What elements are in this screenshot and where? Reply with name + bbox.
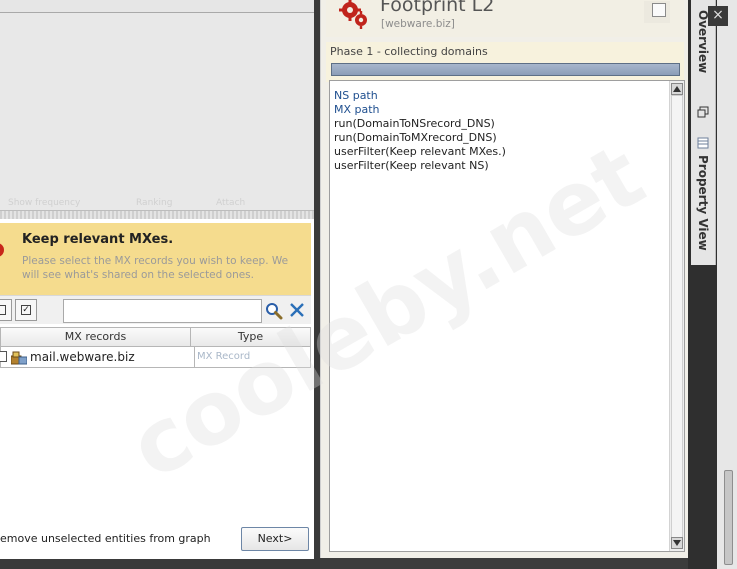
mx-record-name: mail.webware.biz bbox=[30, 350, 135, 364]
log-line-link[interactable]: MX path bbox=[334, 103, 506, 117]
scroll-up-arrow-icon[interactable] bbox=[671, 83, 683, 95]
column-header-mx-records[interactable]: MX records bbox=[1, 328, 191, 347]
mx-record-icon bbox=[11, 351, 27, 365]
bottom-frame bbox=[0, 559, 314, 569]
progress-bar bbox=[331, 63, 680, 76]
scroll-track[interactable] bbox=[671, 95, 683, 545]
restore-icon[interactable] bbox=[697, 106, 709, 118]
machine-title: Footprint L2 bbox=[380, 0, 495, 16]
machine-target: [webware.biz] bbox=[381, 18, 455, 30]
ghost-label-ranking: Ranking bbox=[136, 198, 173, 208]
select-all-button[interactable]: ✓ bbox=[15, 299, 37, 321]
maximize-button[interactable] bbox=[644, 1, 670, 23]
notice-description: Please select the MX records you wish to… bbox=[22, 255, 289, 281]
remove-unselected-label: emove unselected entities from graph bbox=[0, 532, 211, 545]
next-button[interactable]: Next> bbox=[241, 527, 309, 551]
side-tab-bar: Overview Property View bbox=[691, 0, 716, 265]
log-line: run(DomainToNSrecord_DNS) bbox=[334, 117, 495, 130]
column-header-type[interactable]: Type bbox=[191, 328, 310, 347]
graph-top-bar bbox=[0, 0, 314, 13]
checkbox-checked-icon: ✓ bbox=[21, 305, 31, 315]
phase-label: Phase 1 - collecting domains bbox=[330, 45, 488, 58]
checkbox-empty-icon bbox=[0, 305, 6, 315]
tab-property-view[interactable]: Property View bbox=[696, 155, 710, 251]
machine-log: NS path MX path run(DomainToNSrecord_DNS… bbox=[329, 80, 685, 552]
scroll-down-arrow-icon[interactable] bbox=[671, 537, 683, 549]
log-line: userFilter(Keep relevant NS) bbox=[334, 159, 489, 172]
search-input[interactable] bbox=[63, 299, 262, 323]
gear-icon bbox=[339, 0, 367, 29]
machine-header: Footprint L2 [webware.biz] bbox=[326, 0, 684, 37]
notice-title: Keep relevant MXes. bbox=[22, 232, 174, 247]
user-filter-panel: Keep relevant MXes. Please select the MX… bbox=[0, 219, 314, 559]
log-lines: NS path MX path run(DomainToNSrecord_DNS… bbox=[334, 89, 506, 173]
mx-record-type: MX Record bbox=[194, 347, 250, 367]
warning-icon bbox=[0, 243, 4, 257]
log-scrollbar[interactable] bbox=[669, 81, 684, 551]
ghost-label-frequency: Show frequency bbox=[8, 198, 81, 208]
mx-records-table: MX records Type mail.webware.biz MX Reco… bbox=[0, 327, 311, 368]
side-dock: Overview Property View × bbox=[688, 0, 737, 569]
phase-section: Phase 1 - collecting domains bbox=[326, 42, 684, 82]
log-line-link[interactable]: NS path bbox=[334, 89, 506, 103]
close-icon[interactable]: × bbox=[708, 6, 728, 26]
maximize-icon bbox=[652, 3, 666, 17]
deselect-all-button[interactable] bbox=[0, 299, 12, 321]
progress-fill bbox=[332, 64, 679, 75]
log-line: userFilter(Keep relevant MXes.) bbox=[334, 145, 506, 158]
log-line: run(DomainToMXrecord_DNS) bbox=[334, 131, 497, 144]
machine-panel: Footprint L2 [webware.biz] Phase 1 - col… bbox=[320, 0, 689, 558]
ghost-label-attach: Attach bbox=[216, 198, 246, 208]
graph-area: Show frequency Ranking Attach bbox=[0, 0, 314, 210]
row-checkbox[interactable] bbox=[0, 351, 7, 362]
filter-toolbar: ✓ bbox=[0, 295, 311, 324]
property-view-icon bbox=[697, 137, 709, 149]
search-icon[interactable] bbox=[265, 302, 283, 320]
clear-icon[interactable] bbox=[289, 302, 305, 318]
window-scroll-thumb[interactable] bbox=[724, 470, 733, 565]
